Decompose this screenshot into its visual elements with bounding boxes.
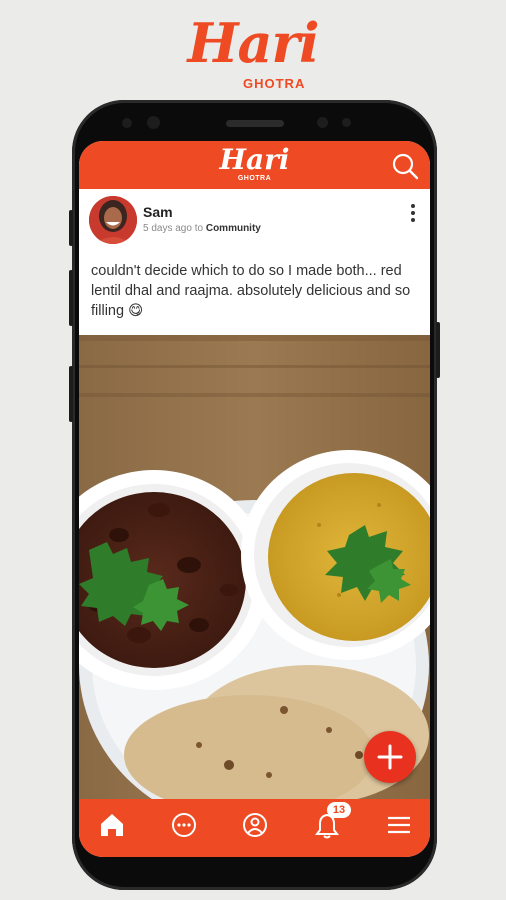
post-time: 5 days ago [143, 223, 192, 234]
brand-logo: Hari GHOTRA [0, 10, 506, 91]
search-icon[interactable] [390, 151, 420, 181]
phone-speaker [226, 120, 284, 127]
home-icon[interactable] [94, 807, 130, 843]
app-header: Hari GHOTRA [79, 141, 430, 189]
avatar[interactable] [89, 196, 137, 244]
post-image[interactable] [79, 335, 430, 799]
add-post-button[interactable] [364, 731, 416, 783]
post-community-link[interactable]: Community [206, 223, 261, 234]
more-options-icon[interactable] [406, 203, 420, 223]
phone-camera-right [317, 117, 328, 128]
post-meta: 5 days ago to Community [143, 223, 261, 234]
phone-front-camera [147, 116, 160, 129]
chat-icon[interactable] [166, 807, 202, 843]
phone-side-button [69, 366, 73, 422]
brand-logo-subtitle: GHOTRA [243, 76, 306, 91]
post-header: Sam 5 days ago to Community [79, 189, 430, 251]
bottom-nav: 13 [79, 799, 430, 857]
hamburger-menu-icon[interactable] [381, 807, 417, 843]
plus-icon [377, 744, 403, 770]
phone-sensor [122, 118, 132, 128]
phone-frame: Hari GHOTRA Sam 5 days ago to Community … [69, 100, 440, 890]
header-logo[interactable]: Hari [79, 145, 430, 175]
app-screen: Hari GHOTRA Sam 5 days ago to Community … [79, 141, 430, 857]
post-text: couldn't decide which to do so I made bo… [91, 263, 411, 319]
phone-sensor [342, 118, 351, 127]
post-to-label: to [194, 223, 204, 234]
brand-logo-word: Hari [187, 11, 320, 75]
post-author[interactable]: Sam [143, 204, 173, 220]
header-logo-subtitle: GHOTRA [237, 175, 272, 182]
profile-icon[interactable] [237, 807, 273, 843]
phone-side-button [69, 270, 73, 326]
phone-side-button [436, 322, 440, 378]
phone-side-button [69, 210, 73, 246]
notification-badge: 13 [327, 802, 351, 818]
